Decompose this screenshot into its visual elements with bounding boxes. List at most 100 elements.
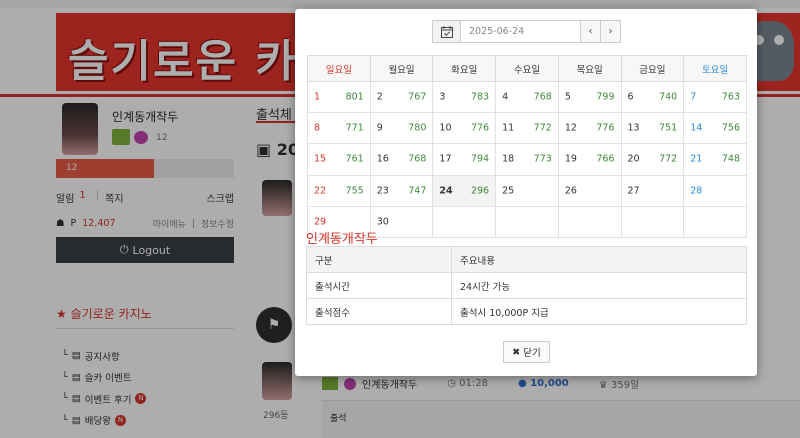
close-icon: ✖ bbox=[512, 346, 521, 358]
day-number: 25 bbox=[502, 185, 515, 197]
calendar-day-cell[interactable]: 26 bbox=[557, 174, 622, 207]
day-number: 23 bbox=[376, 185, 389, 197]
weekday-header: 토요일 bbox=[683, 55, 747, 82]
day-number: 8 bbox=[314, 122, 321, 134]
day-number: 17 bbox=[439, 153, 452, 165]
day-number: 20 bbox=[627, 153, 640, 165]
attendance-count: 772 bbox=[659, 153, 678, 165]
calendar-day-cell[interactable]: 4 768 bbox=[495, 80, 559, 114]
info-label: 출석점수 bbox=[306, 298, 452, 325]
day-number: 5 bbox=[564, 91, 571, 103]
calendar-day-cell[interactable]: 3 783 bbox=[432, 80, 497, 114]
attendance-info-table: 구분 주요내용 출석시간 24시간 가능 출석점수 출석시 10,000P 지급 bbox=[306, 246, 747, 325]
chevron-right-icon: › bbox=[608, 26, 613, 37]
attendance-count: 748 bbox=[721, 153, 740, 165]
weekday-header: 일요일 bbox=[307, 55, 371, 82]
day-number: 10 bbox=[439, 122, 452, 134]
attendance-count: 763 bbox=[721, 91, 740, 103]
calendar-day-cell[interactable]: 21 748 bbox=[683, 143, 747, 176]
attendance-count: 747 bbox=[408, 185, 427, 197]
calendar-day-cell[interactable]: 11 772 bbox=[495, 112, 559, 145]
day-number: 24 bbox=[439, 185, 453, 197]
day-number: 1 bbox=[314, 91, 321, 103]
attendance-count: 767 bbox=[408, 91, 427, 103]
day-number: 12 bbox=[564, 122, 577, 134]
calendar-day-cell[interactable]: 10 776 bbox=[432, 112, 497, 145]
calendar-day-cell[interactable]: 13 751 bbox=[620, 112, 685, 145]
calendar-day-cell[interactable]: 9 780 bbox=[369, 112, 434, 145]
day-number: 21 bbox=[690, 153, 703, 165]
day-number: 19 bbox=[564, 153, 577, 165]
weekday-header: 화요일 bbox=[432, 55, 497, 82]
attendance-count: 756 bbox=[721, 122, 740, 134]
day-number: 15 bbox=[314, 153, 327, 165]
calendar-day-cell[interactable]: 15 761 bbox=[307, 143, 371, 176]
calendar-day-cell[interactable]: 27 bbox=[620, 174, 685, 207]
date-input[interactable] bbox=[461, 20, 581, 43]
attendance-count: 751 bbox=[659, 122, 678, 134]
calendar-day-cell[interactable]: 20 772 bbox=[620, 143, 685, 176]
calendar-empty-cell bbox=[495, 205, 559, 238]
close-button[interactable]: ✖ 닫기 bbox=[503, 341, 550, 363]
weekday-header: 금요일 bbox=[620, 55, 685, 82]
day-number: 11 bbox=[502, 122, 515, 134]
calendar-day-cell[interactable]: 24 296 bbox=[432, 174, 497, 207]
calendar-day-cell[interactable]: 23 747 bbox=[369, 174, 434, 207]
calendar-empty-cell bbox=[432, 205, 497, 238]
calendar-day-cell[interactable]: 6 740 bbox=[620, 80, 685, 114]
calendar-day-cell[interactable]: 12 776 bbox=[557, 112, 622, 145]
calendar-day-cell[interactable]: 25 bbox=[495, 174, 559, 207]
chevron-left-icon: ‹ bbox=[588, 26, 593, 37]
attendance-count: 780 bbox=[408, 122, 427, 134]
info-header: 구분 bbox=[306, 246, 452, 273]
attendance-count: 761 bbox=[345, 153, 364, 165]
prev-month-button[interactable]: ‹ bbox=[581, 20, 601, 43]
info-label: 출석시간 bbox=[306, 272, 452, 299]
day-number: 16 bbox=[376, 153, 389, 165]
weekday-header: 목요일 bbox=[557, 55, 622, 82]
calendar-week-row: 22 755 23 747 24 296 25 26 27 28 bbox=[307, 174, 747, 207]
info-value: 24시간 가능 bbox=[451, 272, 747, 299]
attendance-count: 801 bbox=[345, 91, 364, 103]
calendar-day-cell[interactable]: 14 756 bbox=[683, 112, 747, 145]
calendar-day-cell[interactable]: 19 766 bbox=[557, 143, 622, 176]
attendance-calendar-modal: ‹ › 일요일월요일화요일수요일목요일금요일토요일 18012767378347… bbox=[295, 9, 757, 376]
calendar-empty-cell bbox=[683, 205, 747, 238]
attendance-count: 776 bbox=[470, 122, 490, 134]
attendance-count: 783 bbox=[470, 91, 490, 103]
calendar-day-cell[interactable]: 8 771 bbox=[307, 112, 371, 145]
calendar-day-cell[interactable]: 16 768 bbox=[369, 143, 434, 176]
calendar-day-cell[interactable]: 30 bbox=[369, 205, 434, 238]
day-number: 3 bbox=[439, 91, 446, 103]
attendance-count: 296 bbox=[470, 185, 490, 197]
attendance-count: 740 bbox=[659, 91, 678, 103]
info-header-row: 구분 주요내용 bbox=[306, 246, 747, 273]
next-month-button[interactable]: › bbox=[601, 20, 621, 43]
calendar-empty-cell bbox=[557, 205, 622, 238]
calendar-day-cell[interactable]: 18 773 bbox=[495, 143, 559, 176]
day-number: 29 bbox=[314, 216, 327, 228]
calendar-week-row: 8 771 9 780 10 776 11 772 12 776 13 751 14 756 bbox=[307, 112, 747, 145]
info-value: 출석시 10,000P 지급 bbox=[451, 298, 747, 325]
calendar-day-cell[interactable]: 22 755 bbox=[307, 174, 371, 207]
calendar-day-cell[interactable]: 5 799 bbox=[557, 80, 622, 114]
weekday-header-row: 일요일 월요일 화요일 수요일 목요일 금요일 토요일 bbox=[307, 55, 747, 82]
attendance-count: 776 bbox=[596, 122, 615, 134]
attendance-count: 768 bbox=[533, 91, 552, 103]
calendar-empty-cell bbox=[620, 205, 685, 238]
calendar-day-cell[interactable]: 28 bbox=[683, 174, 747, 207]
calendar-day-cell[interactable]: 17 794 bbox=[432, 143, 497, 176]
day-number: 13 bbox=[627, 122, 640, 134]
calendar-week-row: 1 801 2 767 3 783 4 768 5 799 6 740 7 763 bbox=[307, 80, 747, 114]
day-number: 28 bbox=[690, 185, 703, 197]
attendance-count: 771 bbox=[345, 122, 364, 134]
calendar-week-row: 15 761 16 768 17 794 18 773 19 766 20 772 21 748 bbox=[307, 143, 747, 176]
calendar-day-cell[interactable]: 2 767 bbox=[369, 80, 434, 114]
day-number: 7 bbox=[690, 91, 697, 103]
calendar-check-icon[interactable] bbox=[432, 20, 461, 43]
calendar-day-cell[interactable]: 7 763 bbox=[683, 80, 747, 114]
weekday-header: 월요일 bbox=[369, 55, 434, 82]
calendar-day-cell[interactable]: 1 801 bbox=[307, 80, 371, 114]
table-row: 출석시간 24시간 가능 bbox=[306, 272, 747, 299]
attendance-count: 768 bbox=[408, 153, 427, 165]
